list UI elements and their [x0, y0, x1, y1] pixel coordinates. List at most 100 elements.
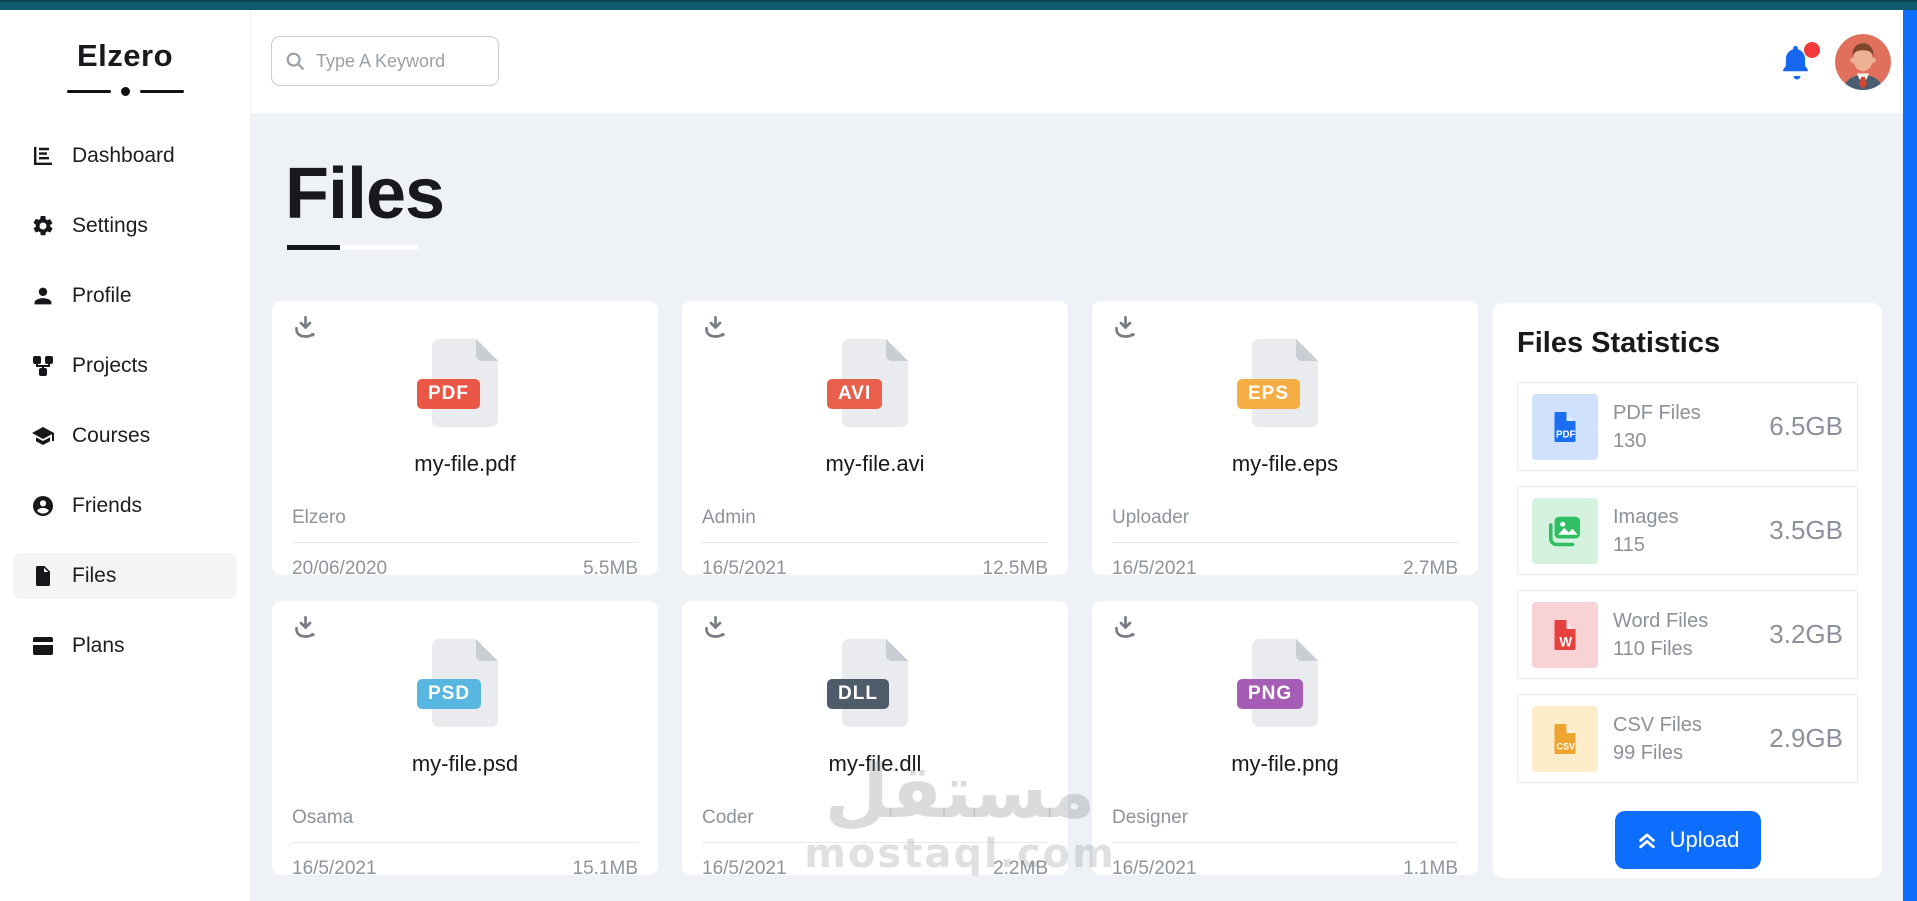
file-name: my-file.psd	[411, 751, 519, 776]
word-file-icon: W	[1532, 601, 1598, 668]
stat-count: 115	[1613, 533, 1645, 556]
file-icon	[36, 566, 50, 586]
file-type-badge: AVI	[827, 379, 883, 409]
notifications-button[interactable]	[1779, 42, 1820, 84]
network-icon	[33, 356, 53, 376]
sidebar-item-profile[interactable]: Profile	[13, 273, 237, 319]
file-type-icon: PNG	[1237, 639, 1318, 727]
avatar-illustration	[1835, 34, 1891, 90]
search-icon	[286, 52, 304, 70]
stat-value: 3.5GB	[1769, 515, 1843, 545]
file-type-badge: PNG	[1237, 679, 1304, 709]
svg-text:PDF: PDF	[1556, 429, 1576, 440]
file-size: 2.7MB	[1403, 558, 1458, 579]
file-type-badge: EPS	[1237, 379, 1301, 409]
download-icon[interactable]	[1112, 614, 1139, 641]
file-uploader: Osama	[292, 807, 354, 828]
download-icon[interactable]	[702, 314, 729, 341]
sidebar-item-label: Files	[72, 564, 117, 587]
sidebar-item-label: Dashboard	[72, 144, 175, 167]
file-type-icon: AVI	[827, 339, 908, 427]
file-name: my-file.pdf	[414, 451, 516, 476]
file-card[interactable]: PNG my-file.png Designer 16/5/2021 1.1MB	[1092, 601, 1478, 879]
gear-icon	[33, 215, 53, 236]
stat-count: 99 Files	[1613, 741, 1684, 764]
sidebar-item-label: Courses	[72, 424, 151, 447]
page-title: Files	[285, 154, 445, 234]
sidebar: Elzero Dashboard Settings Profile Projec…	[0, 10, 250, 901]
divider	[1112, 542, 1458, 543]
image-icon	[1532, 497, 1598, 564]
file-date: 16/5/2021	[1112, 858, 1197, 879]
file-type-icon: PSD	[417, 639, 498, 727]
statistics-title: Files Statistics	[1517, 327, 1721, 359]
angles-up-icon	[1638, 833, 1655, 849]
brand-logo: Elzero	[76, 38, 174, 73]
file-size: 15.1MB	[572, 858, 638, 879]
download-icon[interactable]	[1112, 314, 1139, 341]
stat-row-pdf: PDF PDF Files 130 6.5GB	[1517, 382, 1858, 471]
stat-value: 2.9GB	[1769, 723, 1843, 753]
divider	[292, 542, 638, 543]
file-card[interactable]: EPS my-file.eps Uploader 16/5/2021 2.7MB	[1092, 301, 1478, 579]
file-type-icon: PDF	[417, 339, 498, 427]
stat-value: 3.2GB	[1769, 619, 1843, 649]
csv-file-icon: CSV	[1532, 705, 1598, 772]
sidebar-item-courses[interactable]: Courses	[13, 413, 237, 459]
files-grid: PDF my-file.pdf Elzero 20/06/2020 5.5MB A…	[272, 301, 1478, 879]
sidebar-item-plans[interactable]: Plans	[13, 623, 237, 669]
sidebar-item-friends[interactable]: Friends	[13, 483, 237, 529]
stat-row-word: W Word Files 110 Files 3.2GB	[1517, 590, 1858, 679]
stat-count: 110 Files	[1613, 637, 1693, 660]
stat-label: Images	[1613, 505, 1679, 528]
file-size: 12.5MB	[982, 558, 1048, 579]
page-scrollbar[interactable]	[1903, 10, 1917, 901]
file-name: my-file.avi	[825, 451, 925, 476]
graduation-cap-icon	[32, 427, 54, 445]
search-box	[271, 36, 499, 86]
file-card[interactable]: PSD my-file.psd Osama 16/5/2021 15.1MB	[272, 601, 658, 879]
circle-user-icon	[33, 496, 53, 516]
divider	[1112, 842, 1458, 843]
file-date: 16/5/2021	[1112, 558, 1197, 579]
file-card[interactable]: DLL my-file.dll Coder 16/5/2021 2.2MB	[682, 601, 1068, 879]
sidebar-item-label: Friends	[72, 494, 143, 517]
file-card[interactable]: AVI my-file.avi Admin 16/5/2021 12.5MB	[682, 301, 1068, 579]
sidebar-item-settings[interactable]: Settings	[13, 203, 237, 249]
logo-divider	[0, 84, 250, 99]
avatar[interactable]	[1835, 34, 1891, 90]
download-icon[interactable]	[702, 614, 729, 641]
divider	[702, 542, 1048, 543]
stat-row-csv: CSV CSV Files 99 Files 2.9GB	[1517, 694, 1858, 783]
main-content: Files PDF my-file.pdf Elzero 20/06/2020 5…	[250, 113, 1903, 901]
file-size: 2.2MB	[993, 858, 1048, 879]
file-type-badge: PSD	[417, 679, 482, 709]
sidebar-item-dashboard[interactable]: Dashboard	[13, 133, 237, 179]
file-type-icon: EPS	[1237, 339, 1318, 427]
download-icon[interactable]	[292, 614, 319, 641]
pdf-file-icon: PDF	[1532, 393, 1598, 460]
svg-text:CSV: CSV	[1556, 741, 1575, 751]
file-uploader: Elzero	[292, 507, 346, 528]
sidebar-item-projects[interactable]: Projects	[13, 343, 237, 389]
sidebar-item-files[interactable]: Files	[13, 553, 237, 599]
file-date: 16/5/2021	[292, 858, 377, 879]
sidebar-item-label: Settings	[72, 214, 148, 237]
file-date: 16/5/2021	[702, 858, 787, 879]
download-icon[interactable]	[292, 314, 319, 341]
stat-label: PDF Files	[1613, 401, 1701, 424]
credit-card-icon	[33, 637, 53, 655]
sidebar-item-label: Projects	[72, 354, 148, 377]
file-uploader: Coder	[702, 807, 754, 828]
upload-button[interactable]: Upload	[1614, 811, 1761, 869]
file-date: 20/06/2020	[292, 558, 388, 579]
file-name: my-file.eps	[1231, 451, 1339, 476]
stat-label: CSV Files	[1613, 713, 1702, 736]
title-underline	[287, 245, 418, 250]
file-name: my-file.png	[1231, 751, 1339, 776]
file-card[interactable]: PDF my-file.pdf Elzero 20/06/2020 5.5MB	[272, 301, 658, 579]
file-uploader: Uploader	[1112, 507, 1190, 528]
sidebar-item-label: Plans	[72, 634, 125, 657]
divider	[702, 842, 1048, 843]
file-type-badge: DLL	[827, 679, 889, 709]
